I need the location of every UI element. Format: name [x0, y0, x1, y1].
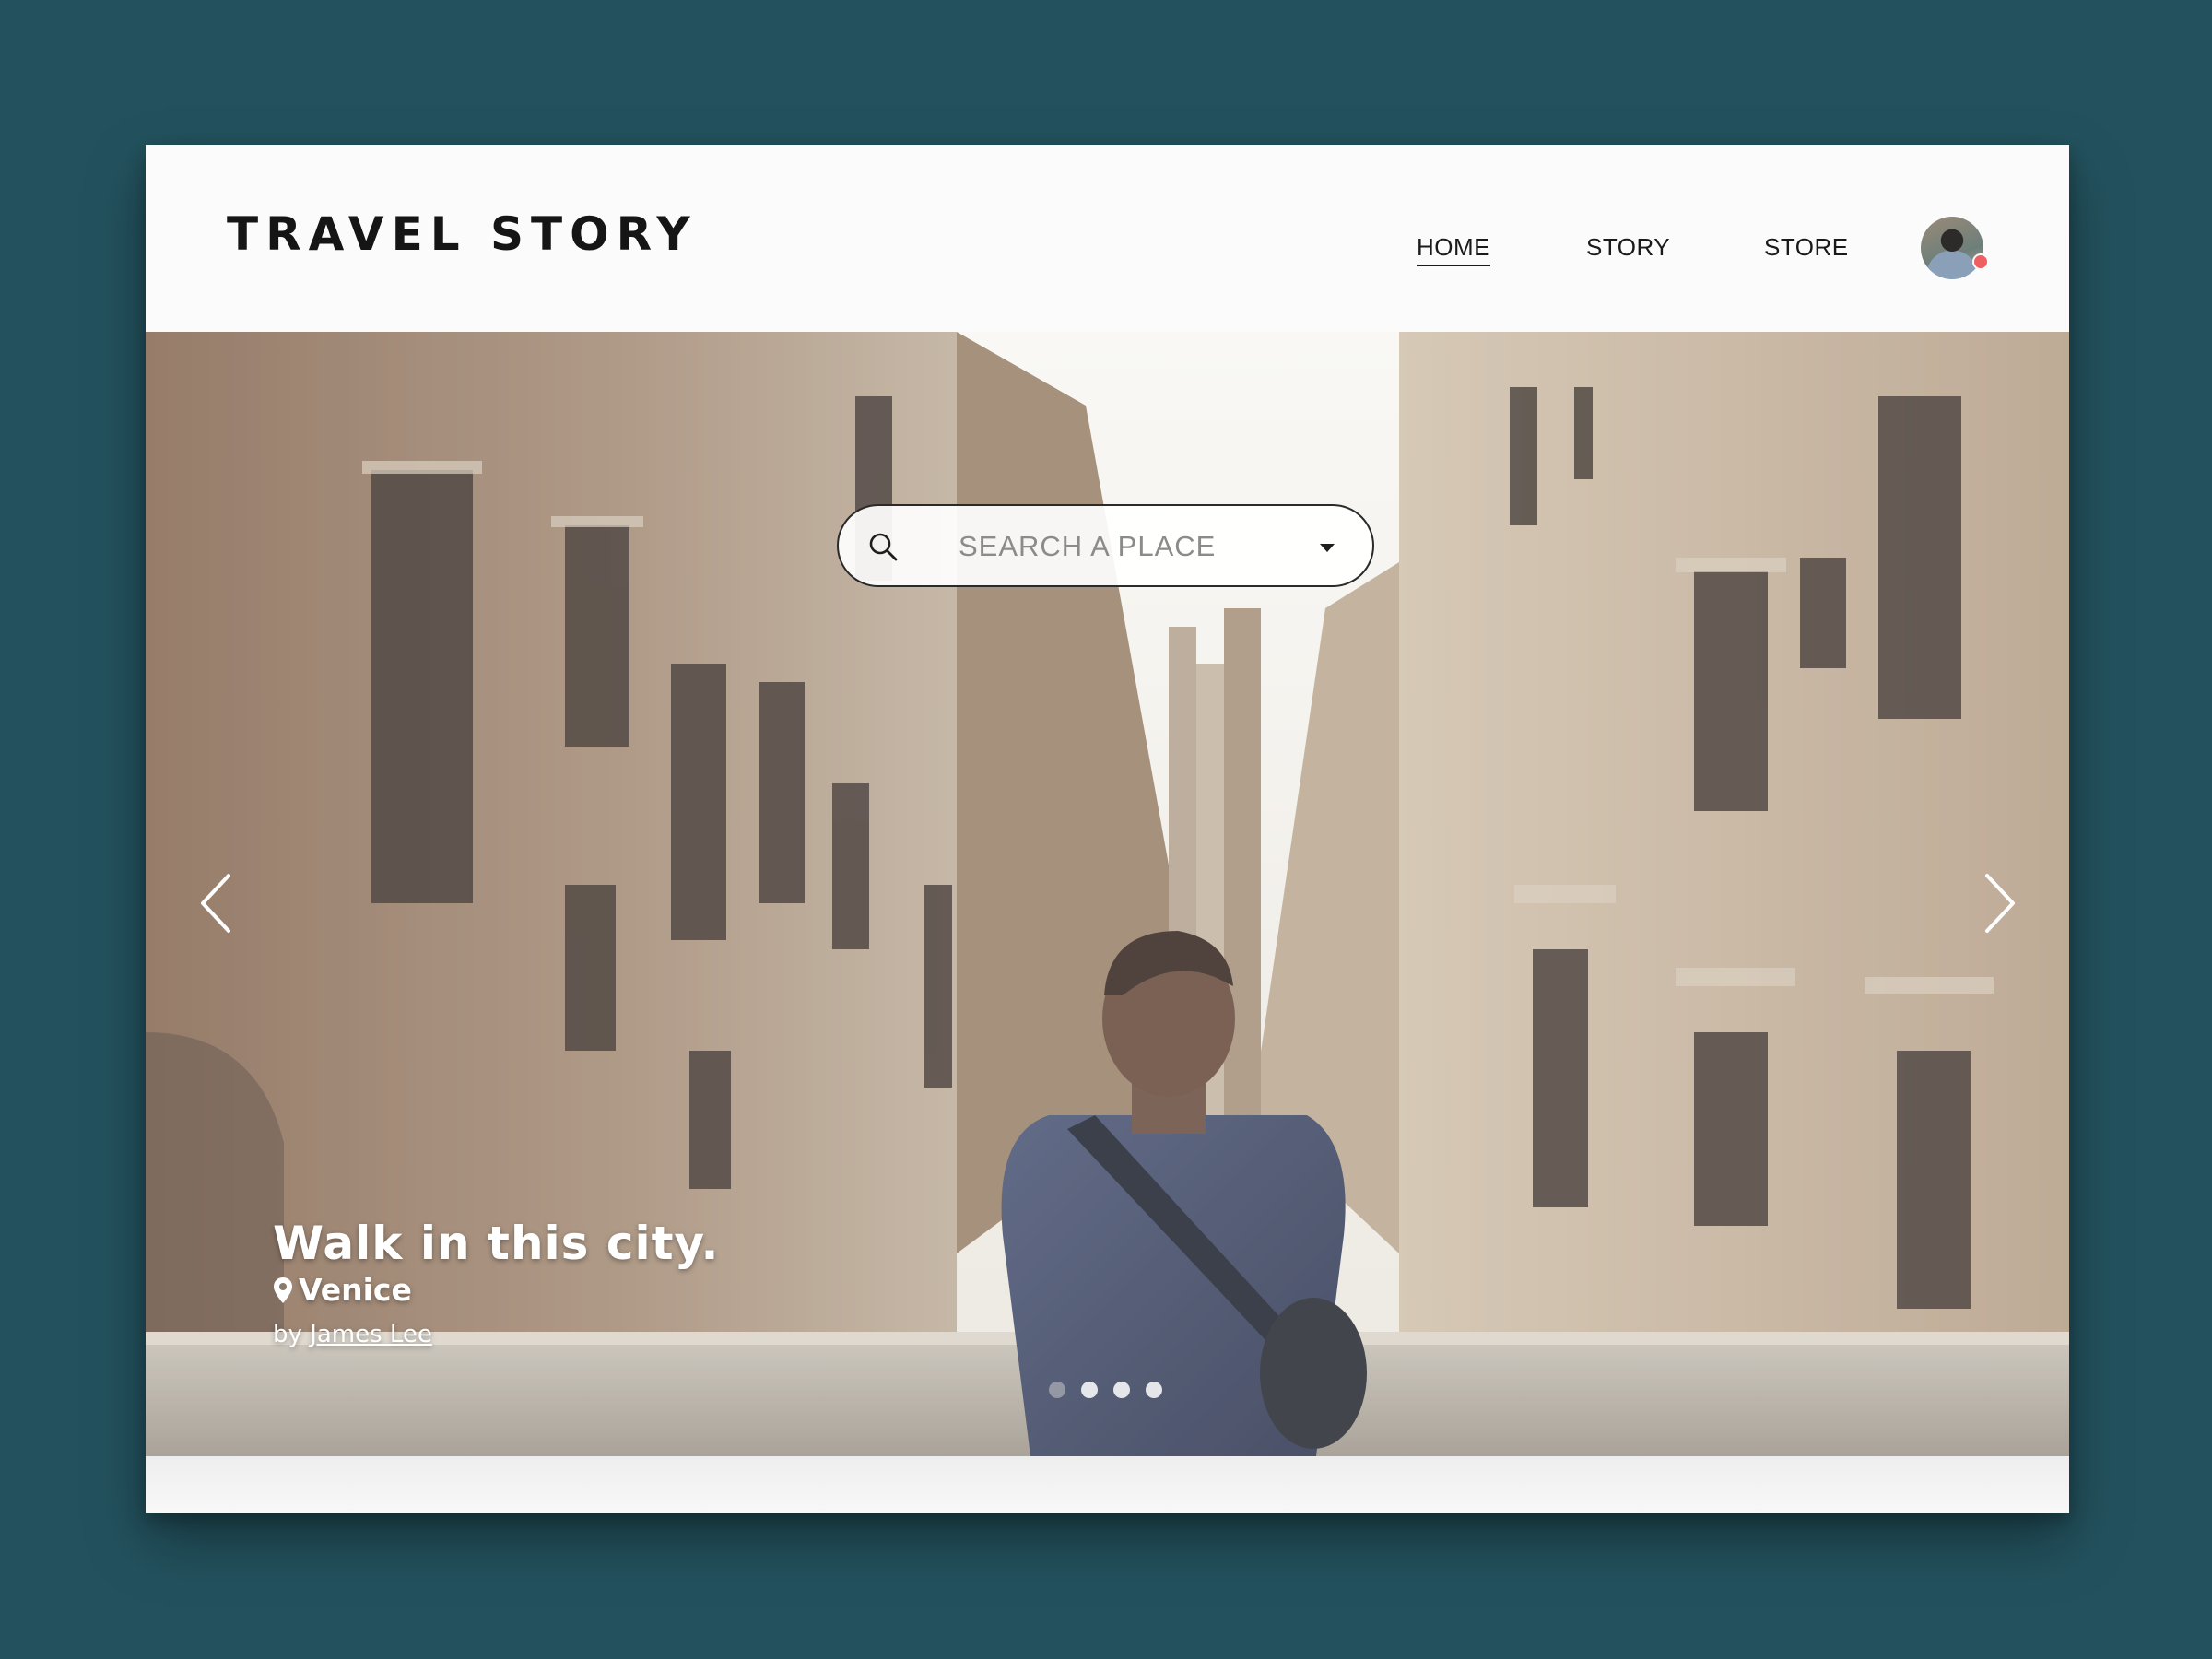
hero-carousel: Walk in this city. Venice by James Lee	[146, 332, 2069, 1456]
slide-caption: Walk in this city. Venice by James Lee	[273, 1217, 720, 1348]
caret-down-icon[interactable]	[1318, 541, 1336, 554]
browser-window: TRAVEL STORY HOME STORY STORE SEARCH A P…	[146, 145, 2069, 1513]
carousel-pagination	[1049, 1382, 1162, 1398]
slide-title: Walk in this city.	[273, 1217, 720, 1270]
slide-author: by James Lee	[273, 1321, 720, 1348]
chevron-right-icon[interactable]	[1980, 866, 2020, 940]
nav-store-link[interactable]: STORE	[1764, 233, 1849, 262]
search-bar[interactable]	[837, 504, 1374, 587]
carousel-dot[interactable]	[1113, 1382, 1130, 1398]
notification-badge	[1972, 253, 1989, 270]
carousel-dot[interactable]	[1081, 1382, 1098, 1398]
nav-story-link[interactable]: STORY	[1586, 233, 1670, 262]
chevron-left-icon[interactable]	[195, 866, 236, 940]
page-footer-strip	[146, 1456, 2069, 1513]
slide-location: Venice	[273, 1272, 720, 1308]
site-header: TRAVEL STORY HOME STORY STORE	[146, 145, 2069, 332]
user-avatar[interactable]	[1921, 217, 1983, 279]
carousel-dot[interactable]	[1146, 1382, 1162, 1398]
search-icon[interactable]	[866, 530, 900, 563]
author-prefix: by	[273, 1321, 302, 1348]
nav-home-link[interactable]: HOME	[1417, 233, 1490, 266]
author-link[interactable]: James Lee	[310, 1321, 432, 1348]
brand-logo[interactable]: TRAVEL STORY	[227, 207, 698, 261]
carousel-dot[interactable]	[1049, 1382, 1065, 1398]
location-text: Venice	[299, 1272, 412, 1308]
map-pin-icon	[274, 1277, 292, 1303]
search-input[interactable]	[959, 523, 1290, 571]
